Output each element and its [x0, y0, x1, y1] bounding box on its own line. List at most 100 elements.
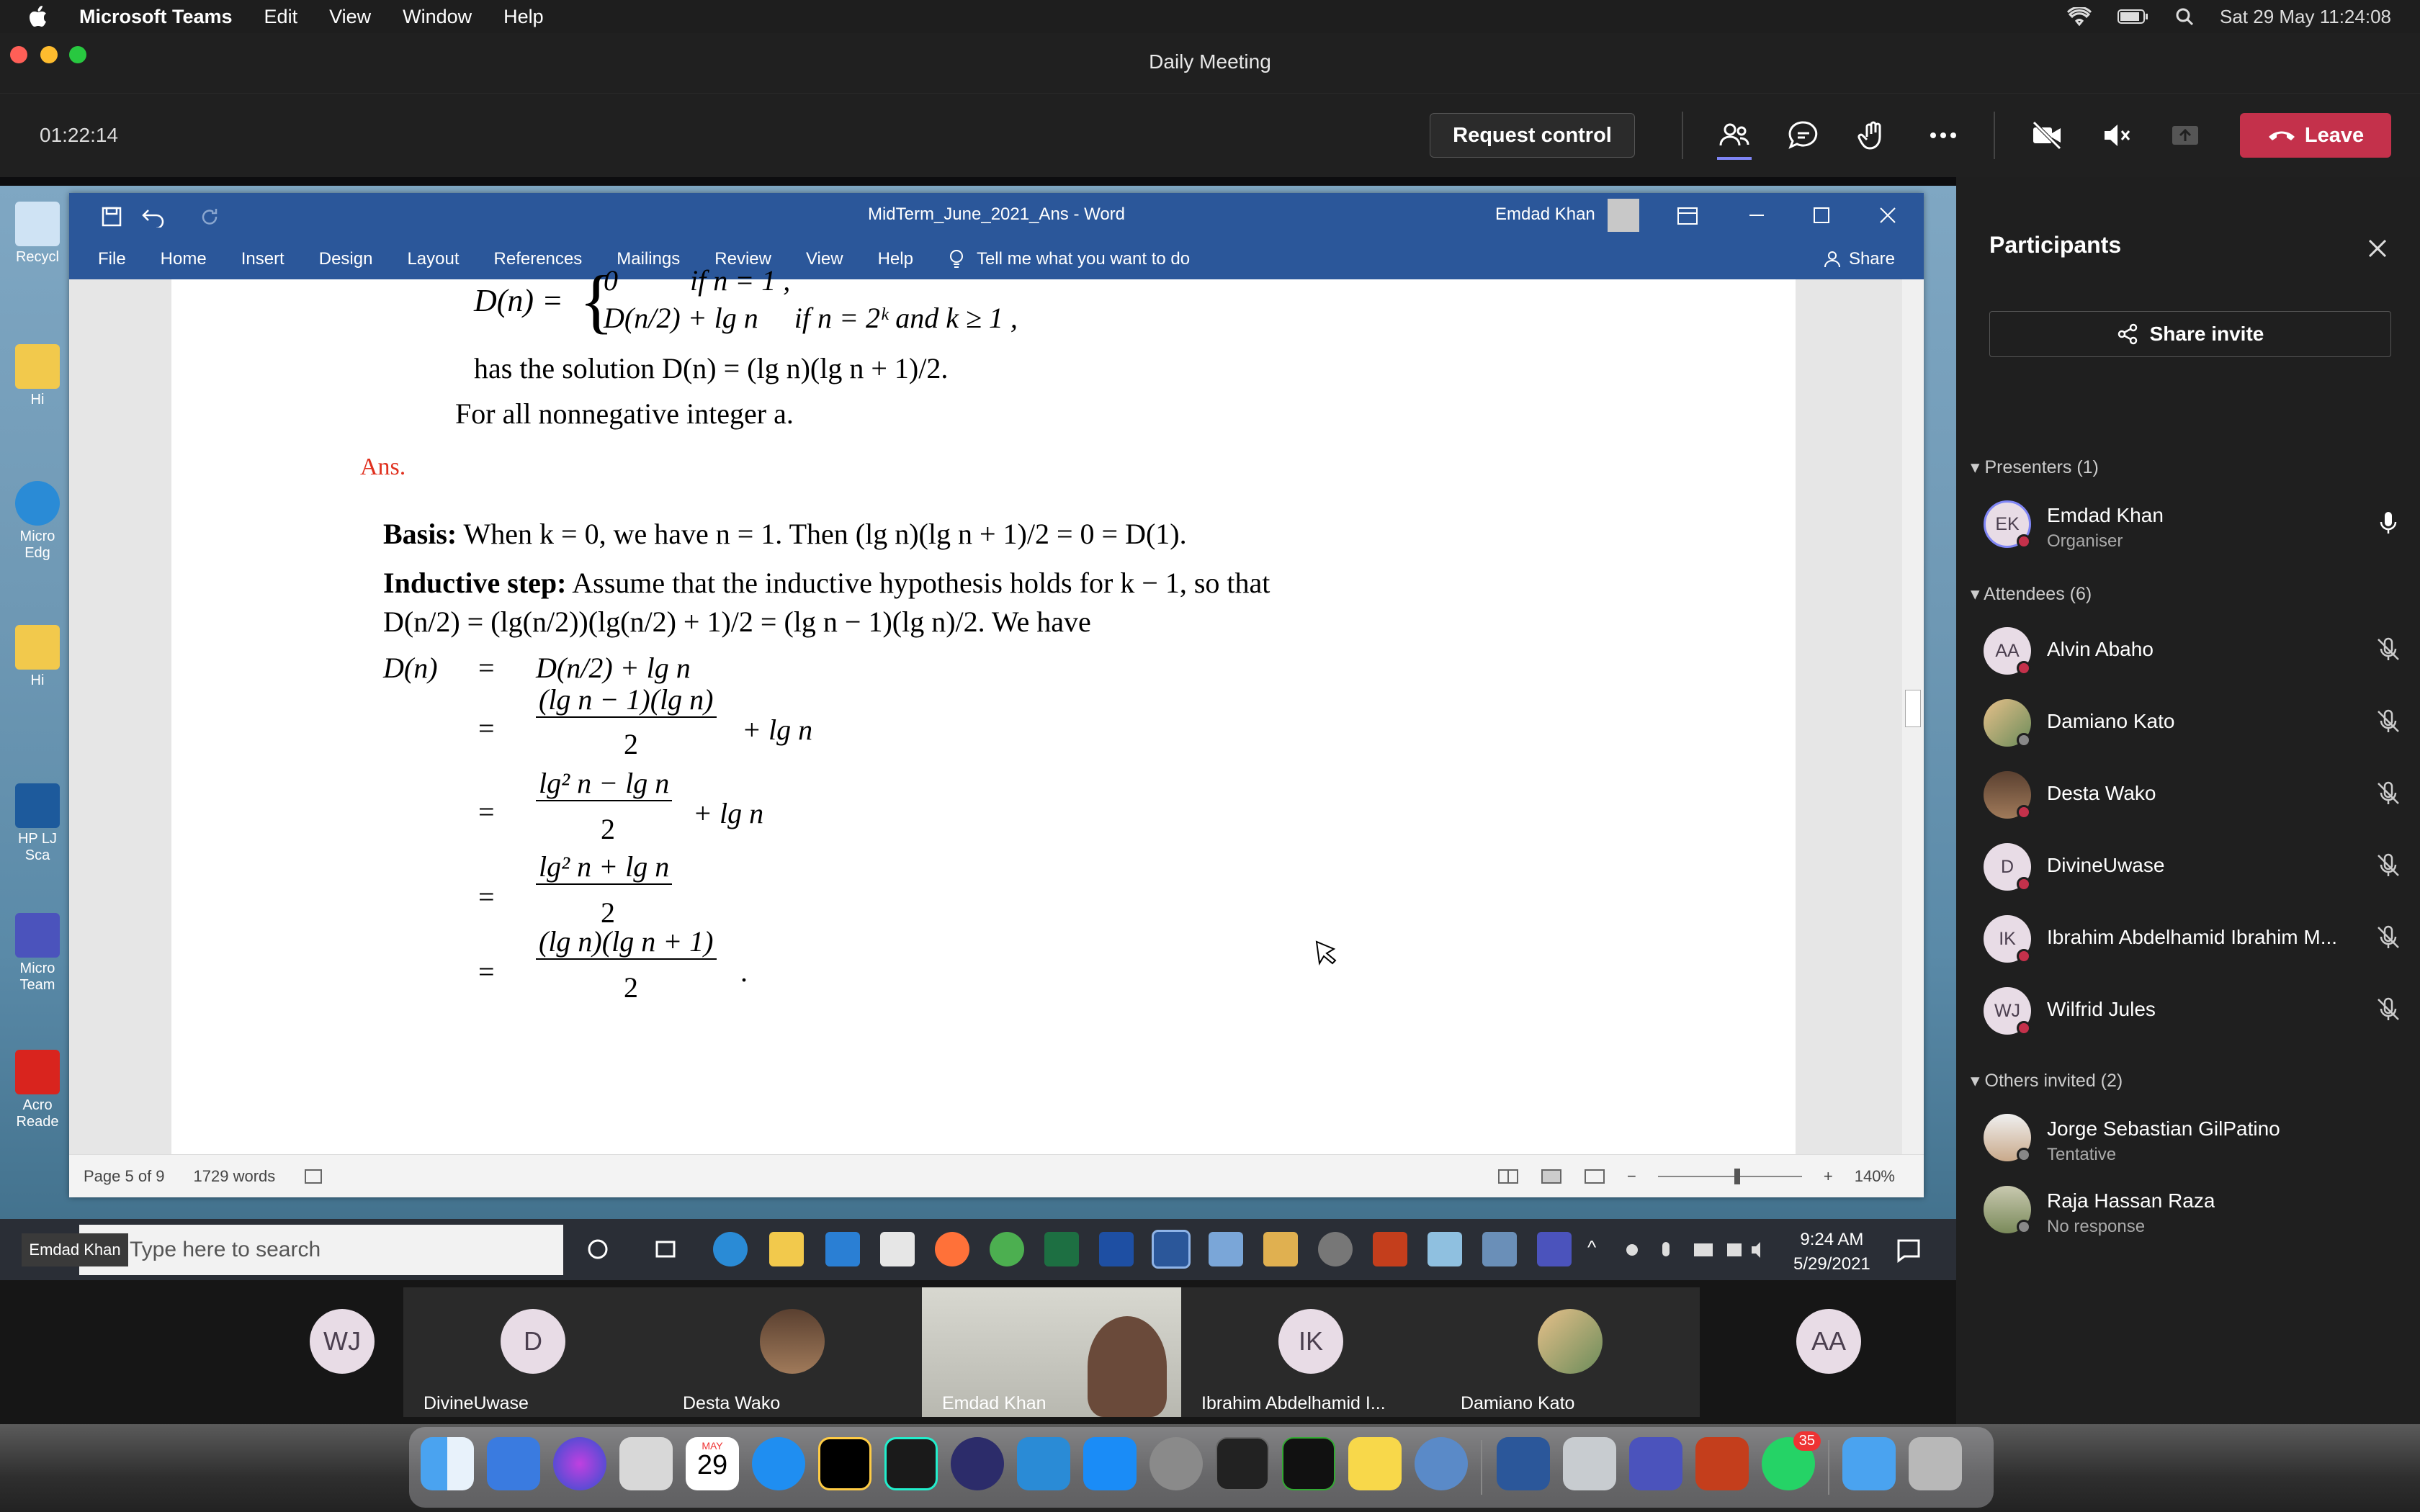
- proofing-icon[interactable]: [304, 1169, 323, 1184]
- chat-icon[interactable]: [1788, 120, 1819, 151]
- mic-muted-icon[interactable]: [2100, 120, 2132, 151]
- avatar[interactable]: AA: [1796, 1309, 1861, 1374]
- taskbar-photos-icon[interactable]: [1482, 1232, 1517, 1266]
- apple-icon[interactable]: [29, 6, 48, 27]
- taskbar-store-icon[interactable]: [880, 1232, 915, 1266]
- tab-home[interactable]: Home: [161, 249, 207, 269]
- eclipse-icon[interactable]: [951, 1437, 1004, 1490]
- preview-icon[interactable]: [1563, 1437, 1616, 1490]
- teams-icon[interactable]: [1629, 1437, 1682, 1490]
- trash-icon[interactable]: [1909, 1437, 1962, 1490]
- word-icon[interactable]: [1497, 1437, 1550, 1490]
- taskbar-powerpoint-icon[interactable]: [1373, 1232, 1407, 1266]
- participant-attendee[interactable]: D DivineUwase: [1984, 840, 2401, 897]
- taskbar-files-icon[interactable]: [1263, 1232, 1298, 1266]
- share-invite-button[interactable]: Share invite: [1989, 311, 2391, 357]
- mic-muted-icon[interactable]: [2375, 852, 2401, 878]
- taskbar-edge-icon[interactable]: [713, 1232, 748, 1266]
- vscode-icon[interactable]: [1017, 1437, 1070, 1490]
- minimize-icon[interactable]: [1747, 206, 1766, 225]
- tab-view[interactable]: View: [806, 249, 843, 269]
- scroll-thumb[interactable]: [1905, 690, 1921, 727]
- taskbar-word-icon[interactable]: [1152, 1230, 1191, 1269]
- mic-muted-icon[interactable]: [2375, 924, 2401, 950]
- whatsapp-icon[interactable]: 35: [1762, 1431, 1821, 1490]
- tab-file[interactable]: File: [98, 249, 126, 269]
- taskbar-box-icon[interactable]: [1209, 1232, 1243, 1266]
- tab-design[interactable]: Design: [319, 249, 373, 269]
- print-layout-icon[interactable]: [1541, 1169, 1562, 1184]
- tray-chevron-icon[interactable]: ^: [1587, 1236, 1596, 1259]
- participant-invited[interactable]: Jorge Sebastian GilPatino Tentative: [1984, 1110, 2401, 1168]
- word-user-name[interactable]: Emdad Khan: [1495, 204, 1595, 225]
- powerpoint-icon[interactable]: [1695, 1437, 1749, 1490]
- close-panel-icon[interactable]: [2367, 238, 2388, 259]
- tell-me-search[interactable]: Tell me what you want to do: [977, 249, 1190, 269]
- tab-help[interactable]: Help: [878, 249, 913, 269]
- participant-attendee[interactable]: WJ Wilfrid Jules: [1984, 984, 2401, 1041]
- word-user-avatar[interactable]: [1608, 199, 1639, 232]
- close-icon[interactable]: [1878, 206, 1897, 225]
- avatar[interactable]: WJ: [310, 1309, 375, 1374]
- participant-attendee[interactable]: Damiano Kato: [1984, 696, 2401, 753]
- notification-icon[interactable]: [1894, 1235, 1923, 1264]
- participant-attendee[interactable]: Desta Wako: [1984, 768, 2401, 825]
- system-preferences-icon[interactable]: [1150, 1437, 1203, 1490]
- taskbar-excel-icon[interactable]: [1044, 1232, 1079, 1266]
- word-count[interactable]: 1729 words: [194, 1167, 276, 1186]
- desktop-icon-teams[interactable]: Micro Team: [9, 913, 66, 994]
- tab-references[interactable]: References: [494, 249, 583, 269]
- camera-off-icon[interactable]: [2031, 120, 2063, 151]
- taskbar-chart-app-icon[interactable]: [1099, 1232, 1134, 1266]
- share-tray-icon[interactable]: [2169, 120, 2201, 151]
- downloads-folder-icon[interactable]: [1842, 1437, 1896, 1490]
- safari-icon[interactable]: [752, 1437, 805, 1490]
- mic-icon[interactable]: [2375, 510, 2401, 536]
- desktop-icon-acrobat[interactable]: Acro Reade: [9, 1050, 66, 1130]
- presenters-section[interactable]: ▾ Presenters (1): [1971, 456, 2099, 478]
- taskbar-snip-icon[interactable]: [1428, 1232, 1462, 1266]
- taskbar-chrome-icon[interactable]: [990, 1232, 1024, 1266]
- finder-icon[interactable]: [421, 1437, 474, 1490]
- calendar-icon[interactable]: MAY 29: [686, 1437, 739, 1490]
- desktop-icon-hp-scan[interactable]: HP LJ Sca: [9, 783, 66, 864]
- launchpad-icon[interactable]: [619, 1437, 673, 1490]
- taskbar-settings-icon[interactable]: [1318, 1232, 1353, 1266]
- more-options-icon[interactable]: [1927, 120, 1959, 151]
- vertical-scrollbar[interactable]: [1902, 279, 1924, 1154]
- maximize-icon[interactable]: [1812, 206, 1831, 225]
- wifi-icon[interactable]: [2066, 7, 2092, 26]
- page-count[interactable]: Page 5 of 9: [84, 1167, 165, 1186]
- web-layout-icon[interactable]: [1584, 1169, 1605, 1184]
- mic-muted-icon[interactable]: [2375, 636, 2401, 662]
- desktop-icon-recycle-bin[interactable]: Recycl: [9, 202, 66, 266]
- intellij-icon[interactable]: [818, 1437, 871, 1490]
- siri-icon[interactable]: [553, 1437, 606, 1490]
- participant-attendee[interactable]: AA Alvin Abaho: [1984, 624, 2401, 681]
- terminal-icon[interactable]: [1216, 1437, 1269, 1490]
- menu-help[interactable]: Help: [503, 6, 544, 28]
- taskbar-explorer-icon[interactable]: [769, 1232, 804, 1266]
- desktop-icon-folder[interactable]: Hi: [9, 344, 66, 408]
- leave-button[interactable]: Leave: [2240, 113, 2391, 158]
- video-tile-live[interactable]: Emdad Khan: [922, 1287, 1181, 1417]
- zoom-in-icon[interactable]: +: [1824, 1167, 1833, 1186]
- attendees-section[interactable]: ▾ Attendees (6): [1971, 583, 2092, 605]
- read-mode-icon[interactable]: [1497, 1169, 1519, 1184]
- zoom-out-icon[interactable]: −: [1627, 1167, 1636, 1186]
- desktop-icon-edge[interactable]: Micro Edg: [9, 481, 66, 562]
- mic-muted-icon[interactable]: [2375, 996, 2401, 1022]
- video-tile[interactable]: D DivineUwase: [403, 1287, 663, 1417]
- video-tile[interactable]: IK Ibrahim Abdelhamid I...: [1181, 1287, 1440, 1417]
- zoom-slider[interactable]: [1657, 1168, 1802, 1184]
- cortana-icon[interactable]: [583, 1235, 612, 1264]
- menu-view[interactable]: View: [329, 6, 371, 28]
- windows-clock[interactable]: 9:24 AM 5/29/2021: [1793, 1228, 1870, 1276]
- files-icon[interactable]: [487, 1437, 540, 1490]
- battery-icon[interactable]: [2117, 9, 2149, 24]
- app-store-icon[interactable]: [1083, 1437, 1137, 1490]
- raise-hand-icon[interactable]: [1857, 120, 1888, 151]
- menubar-clock[interactable]: Sat 29 May 11:24:08: [2220, 6, 2391, 28]
- mic-muted-icon[interactable]: [2375, 780, 2401, 806]
- teams-helper-icon[interactable]: [1415, 1437, 1468, 1490]
